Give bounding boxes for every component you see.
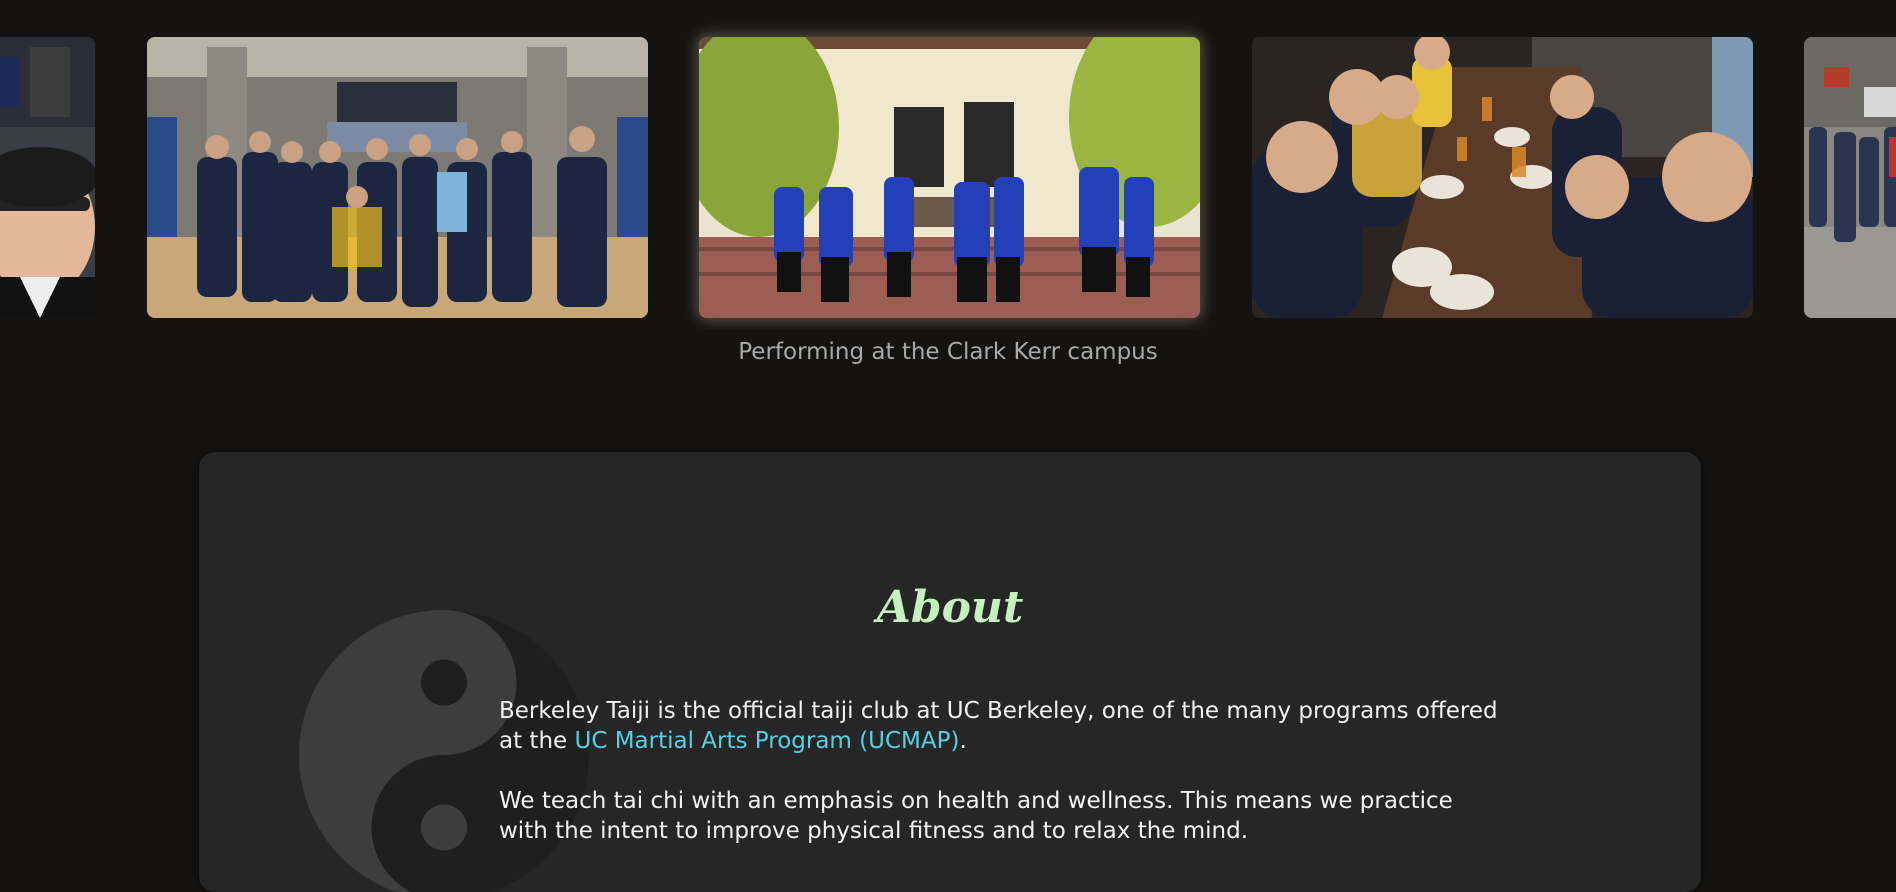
about-title: About [876,582,1024,633]
photo-carousel[interactable] [0,0,1896,330]
carousel-caption: Performing at the Clark Kerr campus [738,339,1158,365]
carousel-photo-performance[interactable] [699,37,1200,318]
carousel-photo-restaurant[interactable] [1252,37,1753,318]
carousel-photo-street[interactable] [1804,37,1896,318]
about-paragraph-1: Berkeley Taiji is the official taiji clu… [499,696,1499,756]
about-paragraph-2: We teach tai chi with an emphasis on hea… [499,788,1453,844]
about-p1-after: . [959,728,967,754]
about-section: About Berkeley Taiji is the official tai… [199,452,1701,892]
carousel-photo-group-gym[interactable] [147,37,648,318]
carousel-photo-selfie[interactable] [0,37,95,318]
ucmap-link[interactable]: UC Martial Arts Program (UCMAP) [574,728,959,754]
about-text: Berkeley Taiji is the official taiji clu… [499,696,1499,876]
